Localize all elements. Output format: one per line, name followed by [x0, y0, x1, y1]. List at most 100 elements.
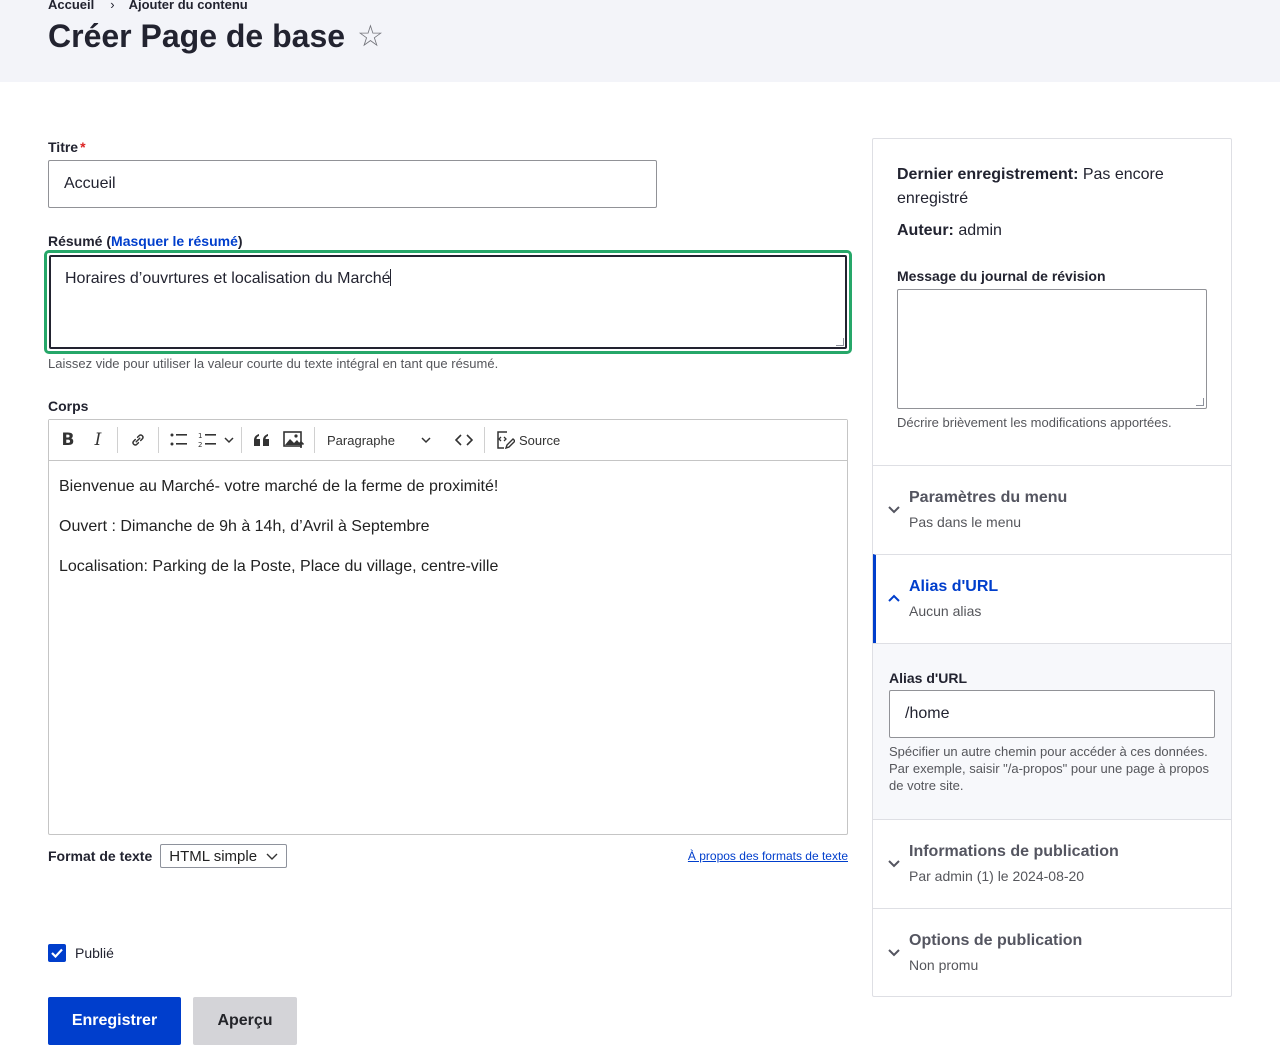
- hide-summary-link[interactable]: Masquer le résumé: [111, 233, 238, 249]
- menu-settings-accordion[interactable]: Paramètres du menu Pas dans le menu: [873, 465, 1231, 554]
- menu-settings-title: Paramètres du menu: [909, 489, 1068, 506]
- body-label: Corps: [48, 398, 89, 414]
- url-alias-help: Spécifier un autre chemin pour accéder à…: [889, 744, 1209, 793]
- bulleted-list-button[interactable]: [163, 425, 195, 455]
- star-icon[interactable]: ☆: [357, 21, 384, 52]
- svg-text:2: 2: [198, 441, 202, 449]
- url-alias-title: Alias d'URL: [909, 578, 999, 595]
- required-marker: *: [80, 139, 86, 155]
- publication-info-accordion[interactable]: Informations de publication Par admin (1…: [873, 819, 1231, 908]
- summary-focus-ring: Horaires d’ouvrtures et localisation du …: [44, 250, 852, 354]
- publication-options-accordion[interactable]: Options de publication Non promu: [873, 908, 1231, 996]
- published-option: Publié: [48, 944, 114, 962]
- text-format-value: HTML simple: [169, 847, 258, 865]
- svg-text:1: 1: [198, 432, 202, 440]
- text-cursor: [390, 269, 392, 286]
- breadcrumb-add-content-link[interactable]: Ajouter du contenu: [129, 0, 248, 12]
- image-upload-icon: [283, 431, 305, 448]
- breadcrumb: Accueil › Ajouter du contenu: [48, 0, 248, 12]
- body-paragraph: Localisation: Parking de la Poste, Place…: [59, 558, 499, 575]
- toolbar-divider: [241, 427, 242, 453]
- title-label-text: Titre: [48, 139, 79, 155]
- title-label: Titre *: [48, 139, 86, 155]
- code-button[interactable]: [448, 425, 480, 455]
- text-format-label: Format de texte: [48, 848, 153, 864]
- chevron-down-icon: [888, 949, 900, 957]
- summary-label: Résumé (Masquer le résumé): [48, 233, 243, 249]
- url-alias-accordion[interactable]: Alias d'URL Aucun alias: [873, 554, 1231, 643]
- numbered-list-button[interactable]: 12: [195, 425, 221, 455]
- summary-label-suffix: ): [237, 233, 243, 249]
- last-saved: Dernier enregistrement: Pas encore enreg…: [897, 163, 1207, 211]
- last-saved-label: Dernier enregistrement:: [897, 166, 1079, 183]
- source-edit-icon: [497, 431, 515, 450]
- italic-button[interactable]: I: [83, 425, 113, 455]
- publication-info-summary: Par admin (1) le 2024-08-20: [909, 868, 1085, 884]
- published-label[interactable]: Publié: [75, 945, 114, 961]
- resize-handle[interactable]: [836, 338, 844, 346]
- page-title-row: Créer Page de base ☆: [48, 18, 384, 55]
- page-header: Accueil › Ajouter du contenu Créer Page …: [0, 0, 1280, 82]
- toolbar-divider: [117, 427, 118, 453]
- checkmark-icon: [51, 948, 63, 958]
- summary-help: Laissez vide pour utiliser la valeur cou…: [48, 356, 499, 371]
- editor-content[interactable]: Bienvenue au Marché- votre marché de la …: [49, 461, 847, 613]
- menu-settings-summary: Pas dans le menu: [909, 514, 1022, 530]
- publication-info-title: Informations de publication: [909, 843, 1119, 860]
- paragraph-format-label: Paragraphe: [327, 432, 395, 448]
- publication-options-title: Options de publication: [909, 932, 1083, 949]
- author: Auteur: admin: [897, 219, 1207, 243]
- body-paragraph: Ouvert : Dimanche de 9h à 14h, d’Avril à…: [59, 518, 430, 535]
- quote-icon: [254, 434, 269, 446]
- toolbar-divider: [484, 427, 485, 453]
- url-alias-field-label: Alias d'URL: [889, 670, 968, 686]
- source-button[interactable]: Source: [489, 425, 566, 455]
- revision-log-label: Message du journal de révision: [897, 268, 1106, 284]
- meta-info: Dernier enregistrement: Pas encore enreg…: [873, 139, 1231, 243]
- chevron-down-icon: [421, 437, 431, 444]
- body-paragraph: Bienvenue au Marché- votre marché de la …: [59, 478, 499, 495]
- save-button[interactable]: Enregistrer: [48, 997, 181, 1045]
- insert-image-button[interactable]: [278, 425, 310, 455]
- bulleted-list-icon: [170, 433, 187, 446]
- toolbar-divider: [314, 427, 315, 453]
- breadcrumb-separator: ›: [110, 0, 115, 12]
- source-label: Source: [519, 432, 561, 448]
- bold-button[interactable]: B: [53, 425, 83, 455]
- page-title: Créer Page de base: [48, 18, 346, 54]
- numbered-list-dropdown[interactable]: [221, 425, 237, 455]
- published-checkbox[interactable]: [48, 944, 66, 962]
- url-alias-input[interactable]: /home: [889, 690, 1215, 738]
- numbered-list-icon: 12: [198, 432, 216, 449]
- blockquote-button[interactable]: [246, 425, 278, 455]
- body-editor: B I 12 Paragraphe Source Bienvenue au Ma…: [48, 419, 848, 835]
- text-format-row: Format de texte HTML simple À propos des…: [48, 843, 848, 869]
- editor-toolbar: B I 12 Paragraphe Source: [49, 420, 847, 461]
- meta-sidebar: Dernier enregistrement: Pas encore enreg…: [872, 138, 1232, 997]
- summary-text: Horaires d’ouvrtures et localisation du …: [65, 270, 391, 287]
- link-button[interactable]: [122, 425, 154, 455]
- publication-options-summary: Non promu: [909, 957, 979, 973]
- resize-handle[interactable]: [1196, 398, 1204, 406]
- text-formats-help-link[interactable]: À propos des formats de texte: [688, 849, 848, 863]
- code-icon: [455, 434, 473, 446]
- link-icon: [132, 434, 144, 446]
- revision-log-textarea[interactable]: [897, 289, 1207, 409]
- breadcrumb-home-link[interactable]: Accueil: [48, 0, 94, 12]
- author-label: Auteur:: [897, 222, 954, 239]
- chevron-down-icon: [888, 506, 900, 514]
- chevron-down-icon: [224, 437, 234, 444]
- chevron-down-icon: [888, 860, 900, 868]
- toolbar-divider: [443, 427, 444, 453]
- chevron-down-icon: [266, 853, 278, 860]
- text-format-select[interactable]: HTML simple: [160, 844, 288, 868]
- revision-log-help: Décrire brièvement les modifications app…: [897, 415, 1172, 430]
- summary-textarea[interactable]: Horaires d’ouvrtures et localisation du …: [49, 255, 847, 349]
- summary-label-prefix: Résumé (: [48, 233, 112, 249]
- url-alias-summary: Aucun alias: [909, 603, 982, 619]
- paragraph-format-dropdown[interactable]: Paragraphe: [319, 425, 439, 455]
- preview-button[interactable]: Aperçu: [193, 997, 297, 1045]
- chevron-up-icon: [888, 594, 900, 602]
- author-value: admin: [958, 222, 1002, 239]
- title-input[interactable]: Accueil: [48, 160, 657, 208]
